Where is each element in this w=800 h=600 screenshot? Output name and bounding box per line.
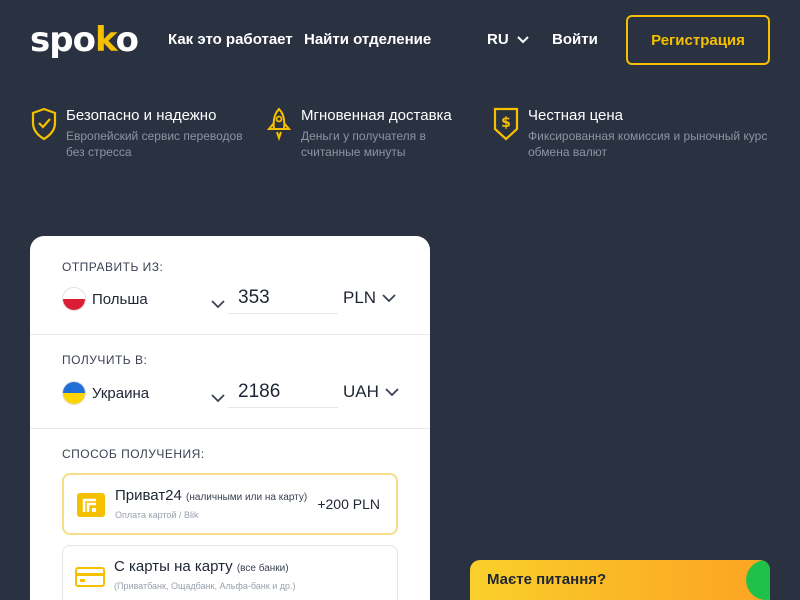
logo-text-end: o: [115, 20, 139, 60]
register-button[interactable]: Регистрация: [626, 15, 770, 65]
privat24-icon: [76, 492, 106, 518]
feature-title: Безопасно и надежно: [66, 107, 217, 124]
shield-check-icon: [30, 107, 58, 141]
feature-desc-line1: Деньги у получателя в: [301, 129, 426, 143]
chat-status-indicator: [746, 560, 770, 600]
chevron-down-icon[interactable]: [211, 390, 225, 408]
dollar-tag-icon: $: [492, 107, 520, 141]
receive-country-selector[interactable]: Украина: [62, 381, 149, 405]
chevron-down-icon: [382, 288, 396, 308]
feature-desc-line2: обмена валют: [528, 145, 607, 159]
method-option-privat24[interactable]: Приват24 (наличными или на карту) Оплата…: [62, 473, 398, 535]
send-from-label: ОТПРАВИТЬ ИЗ:: [62, 260, 164, 274]
send-currency-code: PLN: [343, 288, 377, 307]
method-option-card-to-card[interactable]: С карты на карту (все банки) (Приватбанк…: [62, 545, 398, 600]
method-title: Приват24 (наличными или на карту): [115, 487, 308, 504]
divider: [30, 428, 430, 429]
spoko-logo[interactable]: spoko: [30, 20, 139, 60]
receive-country-name: Украина: [92, 384, 150, 402]
method-title: С карты на карту (все банки): [114, 558, 289, 575]
receive-currency-code: UAH: [343, 382, 379, 401]
method-subtitle: (Приватбанк, Ощадбанк, Альфа-банк и др.): [114, 581, 296, 591]
feature-secure: Безопасно и надежно Европейский сервис п…: [30, 107, 243, 160]
receive-amount-input[interactable]: [228, 376, 338, 408]
feature-title: Честная цена: [528, 107, 624, 124]
feature-desc-line2: считанные минуты: [301, 145, 406, 159]
send-country-name: Польша: [92, 290, 148, 308]
language-selector[interactable]: RU: [487, 30, 529, 50]
feature-desc-line1: Европейский сервис переводов: [66, 129, 243, 143]
receive-in-label: ПОЛУЧИТЬ В:: [62, 353, 148, 367]
method-subtitle: Оплата картой / Blik: [115, 510, 199, 520]
feature-fair-price: $ Честная цена Фиксированная комиссия и …: [492, 107, 767, 160]
feature-instant: Мгновенная доставка Деньги у получателя …: [265, 107, 452, 160]
logo-text-accent: k: [94, 20, 117, 60]
poland-flag-icon: [62, 287, 86, 311]
send-country-selector[interactable]: Польша: [62, 287, 148, 311]
chat-label: Маєте питання?: [487, 571, 607, 588]
credit-card-icon: [75, 563, 105, 589]
logo-text-main: spo: [30, 20, 96, 60]
chevron-down-icon[interactable]: [211, 296, 225, 314]
send-amount-input[interactable]: [228, 282, 338, 314]
rocket-icon: [265, 107, 293, 142]
login-link[interactable]: Войти: [552, 30, 598, 50]
method-fee: +200 PLN: [317, 496, 380, 512]
transfer-calculator-card: ОТПРАВИТЬ ИЗ: Польша PLN ПОЛУЧИТЬ В: Укр…: [30, 236, 430, 600]
feature-desc-line2: без стресса: [66, 145, 132, 159]
send-currency-selector[interactable]: PLN: [343, 288, 396, 308]
receive-currency-selector[interactable]: UAH: [343, 382, 399, 402]
nav-find-branch[interactable]: Найти отделение: [304, 30, 431, 50]
chevron-down-icon: [516, 36, 529, 44]
feature-desc-line1: Фиксированная комиссия и рыночный курс: [528, 129, 768, 143]
svg-text:$: $: [501, 115, 511, 131]
chevron-down-icon: [385, 382, 399, 402]
receive-method-label: СПОСОБ ПОЛУЧЕНИЯ:: [62, 447, 205, 461]
chat-widget[interactable]: Маєте питання?: [470, 560, 770, 600]
feature-title: Мгновенная доставка: [301, 107, 452, 124]
language-label: RU: [487, 31, 509, 48]
divider: [30, 334, 430, 335]
nav-how-it-works[interactable]: Как это работает: [168, 30, 293, 50]
ukraine-flag-icon: [62, 381, 86, 405]
